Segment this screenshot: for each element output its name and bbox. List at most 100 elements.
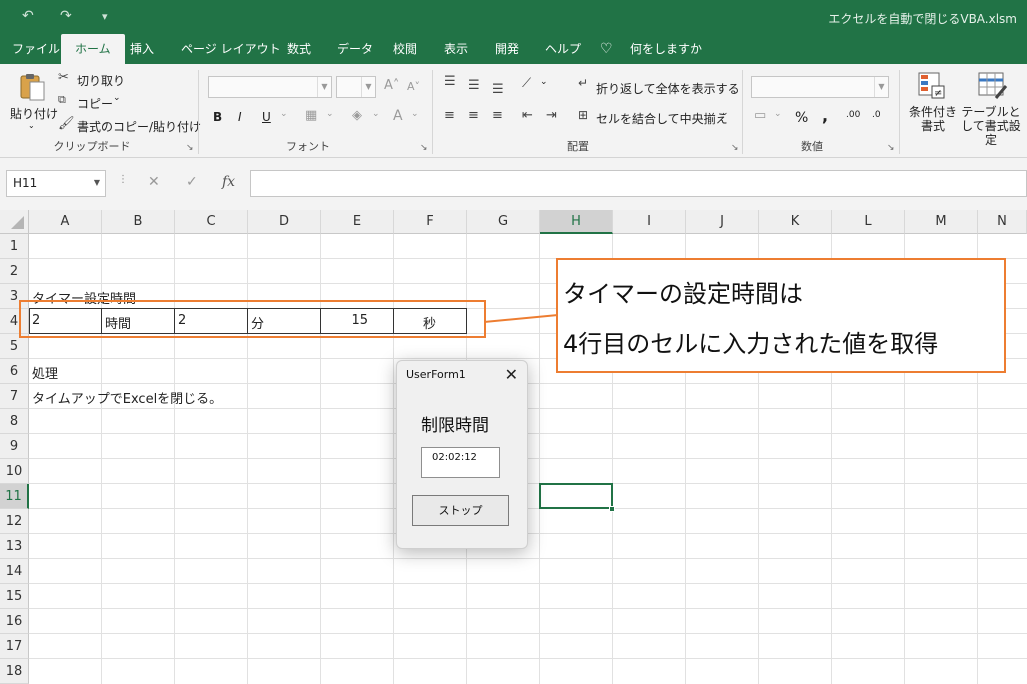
decrease-indent-icon[interactable]: ⇤ <box>522 108 533 123</box>
font-launcher-icon[interactable]: ↘ <box>420 143 428 153</box>
stop-button[interactable]: ストップ <box>412 495 509 526</box>
fill-color-icon[interactable]: ◈ <box>352 108 362 123</box>
column-header-g[interactable]: G <box>467 210 540 234</box>
row-header-11[interactable]: 11 <box>0 484 29 509</box>
redo-icon[interactable]: ↷ <box>60 8 72 24</box>
close-icon[interactable]: ✕ <box>505 365 518 384</box>
tab-insert[interactable]: 挿入 <box>120 34 164 64</box>
column-header-e[interactable]: E <box>321 210 394 234</box>
column-header-f[interactable]: F <box>394 210 467 234</box>
clipboard-launcher-icon[interactable]: ↘ <box>186 143 194 153</box>
shrink-font-icon[interactable]: A˅ <box>407 80 420 93</box>
copy-dropdown-icon[interactable]: ⌄ <box>113 93 121 103</box>
increase-decimal-icon[interactable]: .00 <box>846 110 860 120</box>
row-header-13[interactable]: 13 <box>0 534 29 559</box>
row-header-14[interactable]: 14 <box>0 559 29 584</box>
font-color-dropdown-icon[interactable]: ⌄ <box>411 109 419 119</box>
font-size-combo[interactable]: ▼ <box>336 76 376 98</box>
row-header-1[interactable]: 1 <box>0 234 29 259</box>
cell-a7[interactable]: タイムアップでExcelを閉じる。 <box>32 388 222 407</box>
column-header-j[interactable]: J <box>686 210 759 234</box>
align-right-icon[interactable]: ≡ <box>492 108 503 123</box>
format-as-table-button[interactable]: テーブルとして書式設定 <box>956 105 1026 147</box>
font-color-icon[interactable]: A <box>393 108 403 124</box>
column-header-k[interactable]: K <box>759 210 832 234</box>
row-header-10[interactable]: 10 <box>0 459 29 484</box>
row-header-8[interactable]: 8 <box>0 409 29 434</box>
column-header-n[interactable]: N <box>978 210 1027 234</box>
cell-a6[interactable]: 処理 <box>32 363 58 382</box>
tab-home[interactable]: ホーム <box>61 34 125 64</box>
conditional-formatting-button[interactable]: 条件付き書式 <box>909 105 957 133</box>
currency-icon[interactable]: ▭ <box>754 108 766 123</box>
font-name-combo[interactable]: ▼ <box>208 76 332 98</box>
column-header-c[interactable]: C <box>175 210 248 234</box>
align-middle-icon[interactable]: ☰ <box>468 78 480 93</box>
comma-button[interactable]: , <box>822 106 828 125</box>
merge-center-button[interactable]: セルを結合して中央揃え <box>596 110 728 127</box>
tab-file[interactable]: ファイル <box>2 34 70 64</box>
alignment-launcher-icon[interactable]: ↘ <box>731 143 739 153</box>
align-left-icon[interactable]: ≡ <box>444 108 455 123</box>
column-header-h[interactable]: H <box>540 210 613 234</box>
fill-dropdown-icon[interactable]: ⌄ <box>372 109 380 119</box>
orientation-dropdown-icon[interactable]: ⌄ <box>540 77 548 87</box>
row-header-12[interactable]: 12 <box>0 509 29 534</box>
align-bottom-icon[interactable]: ☰ <box>492 82 504 97</box>
row-header-6[interactable]: 6 <box>0 359 29 384</box>
row-header-18[interactable]: 18 <box>0 659 29 684</box>
format-painter-button[interactable]: 書式のコピー/貼り付け <box>77 118 201 135</box>
row-header-16[interactable]: 16 <box>0 609 29 634</box>
italic-button[interactable]: I <box>238 110 242 124</box>
column-header-l[interactable]: L <box>832 210 905 234</box>
orientation-icon[interactable]: ⟋ <box>522 76 531 91</box>
column-header-a[interactable]: A <box>29 210 102 234</box>
merge-dropdown-icon[interactable]: ⌄ <box>721 108 729 118</box>
align-center-icon[interactable]: ≡ <box>468 108 479 123</box>
formula-input[interactable] <box>250 170 1027 197</box>
decrease-decimal-icon[interactable]: .0 <box>872 110 881 120</box>
column-header-m[interactable]: M <box>905 210 978 234</box>
row-header-9[interactable]: 9 <box>0 434 29 459</box>
enter-icon[interactable]: ✓ <box>186 174 198 190</box>
number-launcher-icon[interactable]: ↘ <box>887 143 895 153</box>
cancel-icon[interactable]: ✕ <box>148 174 160 190</box>
tab-page-layout[interactable]: ページ レイアウト <box>171 34 291 64</box>
row-header-7[interactable]: 7 <box>0 384 29 409</box>
copy-button[interactable]: コピー <box>77 95 113 112</box>
currency-dropdown-icon[interactable]: ⌄ <box>774 109 782 119</box>
drag-handle-icon[interactable]: ⋮ <box>118 174 128 185</box>
number-format-combo[interactable]: ▼ <box>751 76 889 98</box>
column-header-i[interactable]: I <box>613 210 686 234</box>
increase-indent-icon[interactable]: ⇥ <box>546 108 557 123</box>
borders-dropdown-icon[interactable]: ⌄ <box>326 109 334 119</box>
paste-icon[interactable] <box>18 72 46 102</box>
wrap-text-button[interactable]: 折り返して全体を表示する <box>596 80 740 97</box>
paste-button[interactable]: 貼り付け <box>10 105 58 122</box>
time-remaining-field[interactable]: 02:02:12 <box>421 447 500 478</box>
row-header-15[interactable]: 15 <box>0 584 29 609</box>
tab-developer[interactable]: 開発 <box>485 34 529 64</box>
tab-review[interactable]: 校閲 <box>383 34 427 64</box>
name-box[interactable]: H11 ▼ <box>6 170 106 197</box>
row-header-2[interactable]: 2 <box>0 259 29 284</box>
selected-cell-h11[interactable] <box>539 483 613 509</box>
underline-button[interactable]: U <box>262 110 271 124</box>
tell-me-search[interactable]: 何をしますか <box>620 34 712 64</box>
borders-icon[interactable]: ▦ <box>305 108 317 123</box>
fill-handle[interactable] <box>609 506 615 512</box>
column-header-b[interactable]: B <box>102 210 175 234</box>
undo-icon[interactable]: ↶ <box>22 8 34 24</box>
cut-button[interactable]: 切り取り <box>77 72 125 89</box>
bold-button[interactable]: B <box>213 110 222 124</box>
percent-button[interactable]: % <box>795 110 808 126</box>
insert-function-icon[interactable]: fx <box>222 174 235 190</box>
row-header-17[interactable]: 17 <box>0 634 29 659</box>
align-top-icon[interactable]: ☰ <box>444 74 456 89</box>
grow-font-icon[interactable]: A˄ <box>384 78 399 93</box>
column-header-d[interactable]: D <box>248 210 321 234</box>
tab-view[interactable]: 表示 <box>434 34 478 64</box>
tab-help[interactable]: ヘルプ <box>535 34 591 64</box>
underline-dropdown-icon[interactable]: ⌄ <box>280 109 288 119</box>
customize-qat-icon[interactable]: ▾ <box>102 10 108 23</box>
